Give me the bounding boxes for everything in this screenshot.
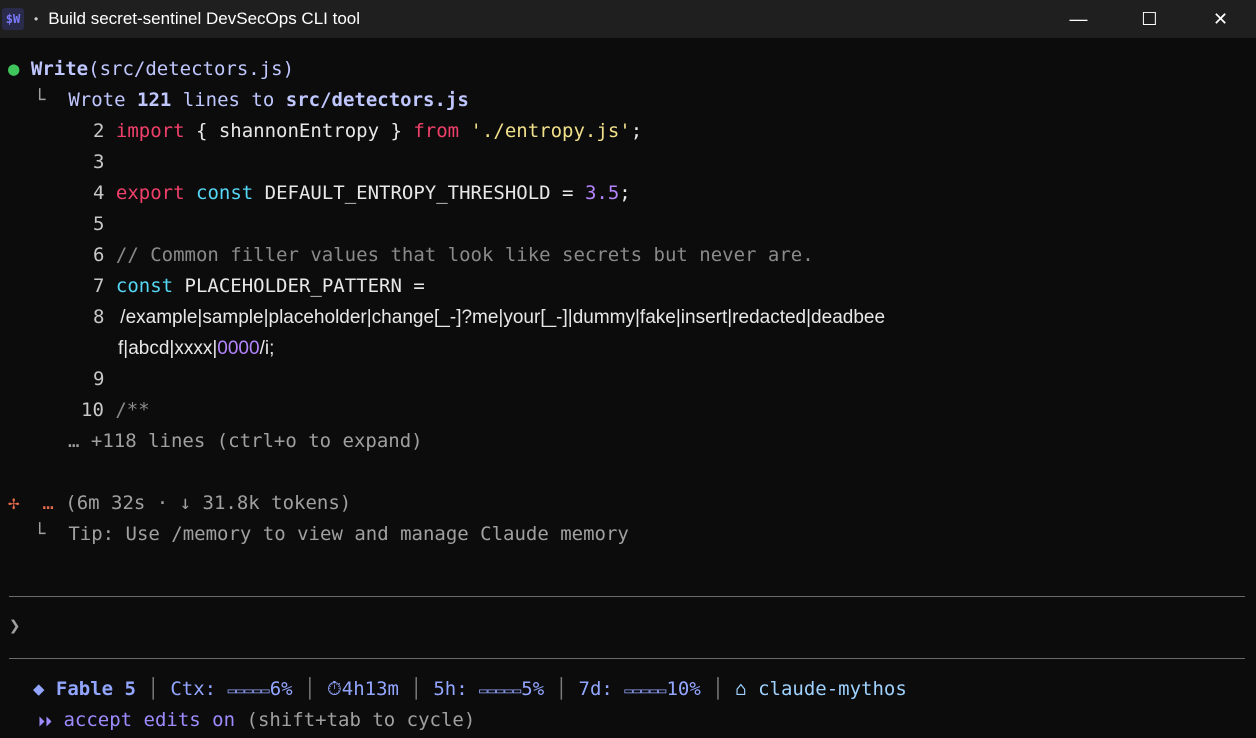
progress-line: ✢ … (6m 32s · ↓ 31.8k tokens) [8, 488, 1256, 519]
line-number: 4 [93, 182, 105, 204]
code-comment: // Common filler values that look like s… [115, 244, 814, 266]
code-token: PLACEHOLDER_PATTERN = [173, 275, 425, 297]
result-path: src/detectors.js [285, 89, 469, 111]
code-line: 10 /** [81, 395, 1256, 426]
tool-open-paren: ( [88, 58, 100, 80]
fast-forward-icon: ⏵⏵ [38, 714, 52, 730]
maximize-button[interactable]: ☐ [1114, 0, 1185, 38]
code-line: 5 [93, 209, 1256, 240]
result-count: 121 [137, 89, 172, 111]
model-diamond-icon: ◆ [33, 678, 45, 700]
code-line: 4 export const DEFAULT_ENTROPY_THRESHOLD… [93, 178, 1256, 209]
result-prefix: Wrote [68, 89, 126, 111]
code-token: /example|sample|placeholder|change[_-]?m… [109, 307, 886, 328]
home-icon: ⌂ [735, 678, 747, 700]
separator: │ [555, 678, 568, 700]
prompt-input[interactable]: ❯ [9, 611, 1256, 642]
tip-text: Tip: Use /memory to view and manage Clau… [68, 523, 629, 545]
mode-line[interactable]: ⏵⏵ accept edits on (shift+tab to cycle) [38, 705, 1256, 736]
five-hour-bar: ▭▭▭▭▭ [479, 683, 522, 699]
code-token: 0000 [217, 338, 260, 359]
code-token: DEFAULT_ENTROPY_THRESHOLD = [253, 182, 585, 204]
code-token: import [115, 120, 185, 142]
title-dot-icon: • [34, 12, 39, 26]
separator: │ [410, 678, 422, 700]
code-line: 8 /example|sample|placeholder|change[_-]… [93, 302, 1256, 333]
separator: │ [304, 678, 316, 700]
line-number: 8 [93, 306, 105, 328]
window-title: Build secret-sentinel DevSecOps CLI tool [48, 9, 361, 28]
timer-icon: ⏱ [326, 678, 342, 700]
status-bar: ◆ Fable 5 │ Ctx: ▭▭▭▭▭6% │ ⏱4h13m │ 5h: … [33, 674, 1256, 705]
code-token: 3.5 [584, 182, 620, 204]
code-line: 3 [93, 147, 1256, 178]
code-token: /i; [259, 338, 275, 359]
tool-call-header: ● Write(src/detectors.js) [8, 54, 1256, 85]
line-number: 9 [93, 368, 105, 390]
minimize-button[interactable]: — [1043, 0, 1114, 38]
input-divider-bottom [9, 658, 1245, 659]
tool-argument: src/detectors.js [99, 58, 283, 80]
seven-day-label: 7d: [578, 678, 613, 700]
prompt-chevron-icon: ❯ [9, 615, 21, 637]
close-button[interactable]: ✕ [1185, 0, 1256, 38]
five-hour-label: 5h: [433, 678, 468, 700]
title-bar: $W • Build secret-sentinel DevSecOps CLI… [0, 0, 1256, 38]
line-number: 2 [93, 120, 105, 142]
code-token: { shannonEntropy } [184, 120, 414, 142]
code-token: f|abcd|xxxx| [118, 338, 218, 359]
project-name: claude-mythos [758, 678, 907, 700]
code-line: 7 const PLACEHOLDER_PATTERN = [93, 271, 1256, 302]
expand-hint[interactable]: … +118 lines (ctrl+o to expand) [68, 426, 1256, 457]
five-hour-percent: 5% [521, 678, 545, 700]
line-number: 6 [93, 244, 105, 266]
code-token: export [115, 182, 185, 204]
code-line: 6 // Common filler values that look like… [93, 240, 1256, 271]
separator: │ [147, 678, 159, 700]
session-timer: 4h13m [341, 678, 399, 700]
tip-line: └ Tip: Use /memory to view and manage Cl… [34, 519, 1256, 550]
seven-day-percent: 10% [666, 678, 701, 700]
status-dot-icon: ● [8, 58, 20, 80]
ctx-bar: ▭▭▭▭▭ [227, 683, 270, 699]
mode-label: accept edits on [63, 709, 236, 731]
code-line: 9 [93, 364, 1256, 395]
line-number: 5 [93, 213, 105, 235]
code-line: 2 import { shannonEntropy } from './entr… [93, 116, 1256, 147]
code-token: const [196, 182, 254, 204]
line-number: 7 [93, 275, 105, 297]
code-token: const [115, 275, 174, 297]
model-name: Fable 5 [55, 678, 136, 700]
branch-icon: └ [34, 89, 46, 111]
tool-result: └ Wrote 121 lines to src/detectors.js [34, 85, 1256, 116]
tool-name: Write [30, 58, 89, 80]
line-number: 10 [81, 399, 104, 421]
progress-detail: (6m 32s · ↓ 31.8k tokens) [65, 492, 352, 514]
ctx-label: Ctx: [170, 678, 217, 700]
tool-close-paren: ) [282, 58, 295, 80]
result-mid: lines to [182, 89, 275, 111]
code-token: './entropy.js' [470, 120, 631, 142]
code-token: from [413, 120, 460, 142]
ctx-percent: 6% [269, 678, 293, 700]
branch-icon: └ [34, 523, 46, 545]
spinner-icon: ✢ [8, 492, 20, 514]
line-number: 3 [93, 151, 105, 173]
separator: │ [712, 678, 724, 700]
seven-day-bar: ▭▭▭▭▭ [624, 683, 667, 699]
progress-ellipsis: … [42, 492, 54, 514]
window-controls: — ☐ ✕ [1043, 0, 1256, 38]
code-line-wrap: f|abcd|xxxx|0000/i; [118, 333, 1256, 364]
input-divider-top [9, 596, 1245, 597]
code-comment: /** [115, 399, 150, 421]
code-token: ; [630, 120, 643, 142]
expand-hint-text: … +118 lines (ctrl+o to expand) [68, 430, 423, 452]
code-token: ; [619, 182, 631, 204]
mode-hint: (shift+tab to cycle) [246, 709, 476, 731]
terminal-app-icon: $W [2, 8, 24, 30]
